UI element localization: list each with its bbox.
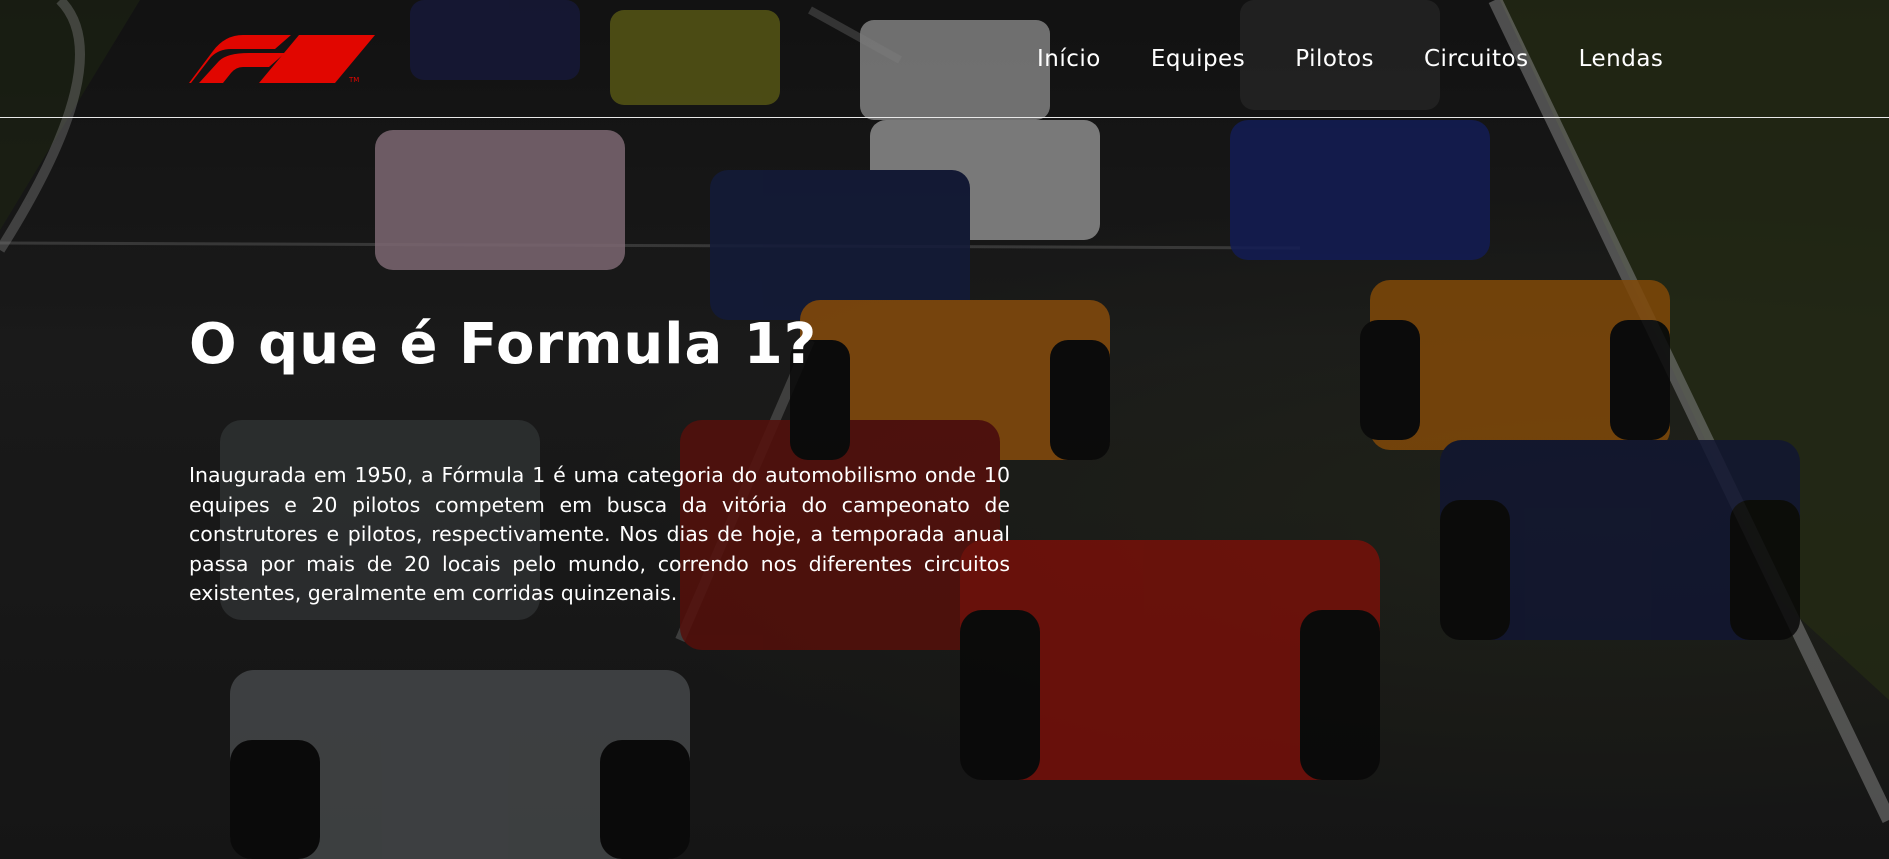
dark-overlay xyxy=(0,0,1889,859)
intro-paragraph: Inaugurada em 1950, a Fórmula 1 é uma ca… xyxy=(189,463,1010,605)
f1-logo-icon[interactable]: TM xyxy=(189,35,379,85)
nav-item-circuitos[interactable]: Circuitos xyxy=(1424,44,1529,74)
nav-item-inicio[interactable]: Início xyxy=(1037,44,1101,74)
hero-section: TM Início Equipes Pilotos Circuitos Lend… xyxy=(0,0,1889,859)
svg-text:TM: TM xyxy=(348,76,359,84)
nav-item-equipes[interactable]: Equipes xyxy=(1151,44,1245,74)
nav-item-lendas[interactable]: Lendas xyxy=(1579,44,1664,74)
site-header: TM Início Equipes Pilotos Circuitos Lend… xyxy=(0,0,1889,118)
nav-item-pilotos[interactable]: Pilotos xyxy=(1295,44,1374,74)
main-nav: Início Equipes Pilotos Circuitos Lendas xyxy=(1037,44,1713,74)
page-title: O que é Formula 1? xyxy=(189,312,818,377)
